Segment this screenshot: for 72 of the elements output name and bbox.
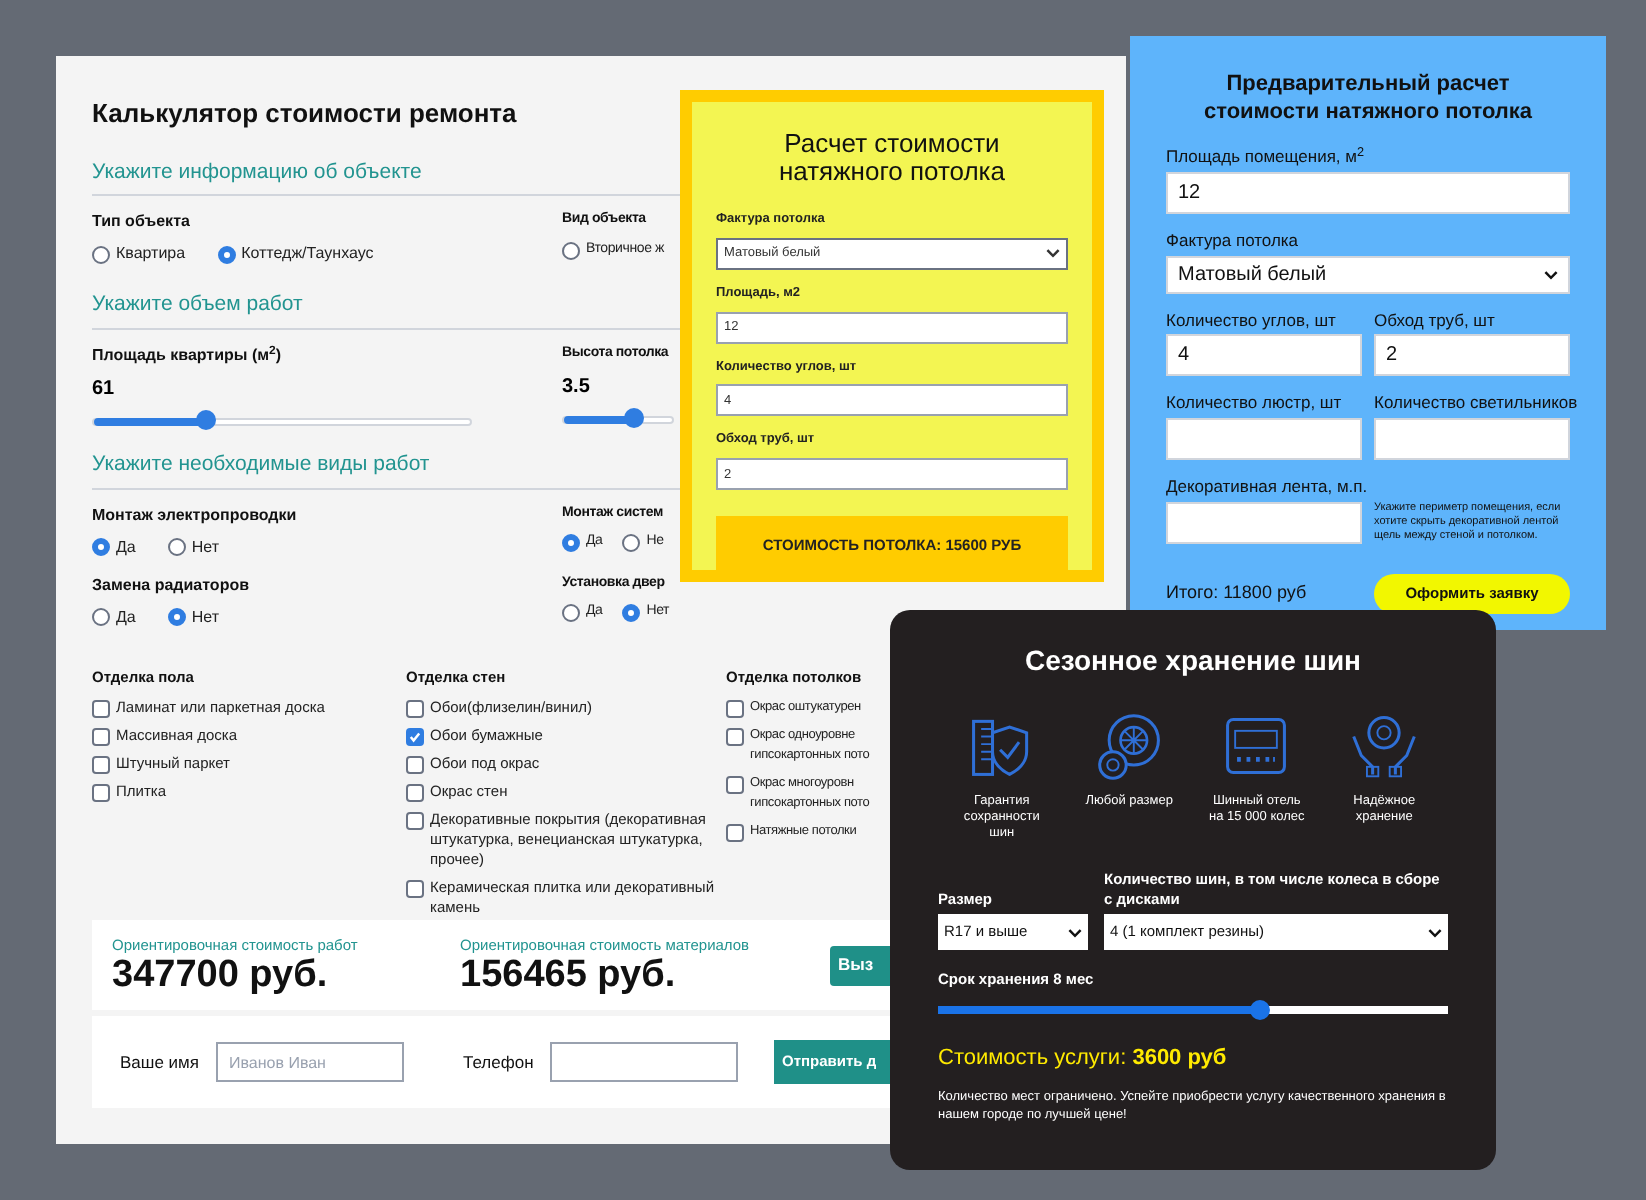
radio-button[interactable] (217, 245, 236, 264)
name-field[interactable]: Иванов Иван (215, 1042, 403, 1082)
caret-icon (1068, 927, 1082, 937)
option-label: Да (116, 535, 136, 560)
card-title: Калькулятор стоимости ремонта (92, 96, 519, 132)
option-label: Нет (191, 605, 219, 630)
field-label: Декоративная лента, м.п. (1166, 474, 1362, 500)
radio-button[interactable] (622, 534, 641, 552)
total-value: 347700 руб. (112, 956, 330, 997)
field-label: Тип объекта (92, 210, 190, 235)
checkbox[interactable] (726, 728, 744, 746)
checkbox[interactable] (92, 728, 110, 746)
radio-button[interactable] (92, 538, 110, 557)
total-value: 156465 руб. (460, 956, 678, 997)
option-label: Нет (191, 535, 219, 560)
input-field[interactable] (1166, 418, 1362, 460)
input-field[interactable] (1166, 501, 1362, 544)
radio-button[interactable] (562, 534, 580, 552)
select-field[interactable]: Матовый белый (1166, 255, 1570, 293)
checkbox[interactable] (726, 776, 744, 794)
tires-icon (1093, 710, 1166, 782)
caret-icon (1544, 269, 1558, 279)
checkbox[interactable] (92, 784, 110, 802)
checkbox[interactable] (726, 824, 744, 842)
radio-button[interactable] (562, 241, 580, 259)
radio-button[interactable] (167, 608, 186, 627)
slider-thumb[interactable] (1249, 1000, 1270, 1021)
field-label: Фактура потолка (1166, 227, 1301, 253)
field-label: Замена радиаторов (92, 573, 250, 598)
input-field[interactable]: 12 (1166, 171, 1570, 214)
radio-button[interactable] (562, 604, 580, 622)
service-cost: Стоимость услуги: 3600 руб (938, 1044, 1229, 1075)
card-title: Сезонное хранение шин (1022, 642, 1364, 680)
field-label: Ваше имя (120, 1049, 199, 1075)
slider-thumb[interactable] (196, 410, 217, 430)
checkbox[interactable] (406, 756, 424, 774)
checkbox[interactable] (92, 700, 110, 718)
checkbox[interactable] (406, 812, 424, 830)
radio-button[interactable] (92, 245, 110, 264)
slider-thumb[interactable] (624, 407, 645, 427)
caret-icon (1046, 248, 1060, 259)
checkbox[interactable] (406, 700, 424, 718)
field-label: Телефон (463, 1049, 534, 1075)
input-field[interactable] (1374, 418, 1570, 460)
option-label: Коттедж/Таунхаус (241, 242, 374, 267)
option-label: Да (116, 605, 136, 630)
field-label: Монтаж электропроводки (92, 503, 297, 528)
input-field[interactable]: 4 (1166, 334, 1362, 377)
checkbox[interactable] (406, 784, 424, 802)
total-text: Итого: 11800 руб (1166, 580, 1307, 606)
slider-value: 61 (92, 376, 115, 404)
checkbox[interactable] (406, 880, 424, 898)
field-label: Площадь помещения, м$^{2}$ (1166, 144, 1367, 170)
card-title: Предварительный расчет стоимости натяжного потолка (1201, 70, 1535, 126)
phone-field[interactable] (549, 1042, 738, 1082)
radio-button[interactable] (167, 538, 186, 557)
slider-value: 3.5 (562, 373, 590, 401)
input-field[interactable]: 2 (1374, 334, 1570, 377)
radio-button[interactable] (622, 604, 641, 622)
caret-icon (1428, 927, 1442, 937)
checkbox[interactable] (406, 728, 424, 746)
field-label: Обход труб, шт (1374, 307, 1497, 333)
totals-button[interactable]: Выз (830, 945, 890, 985)
field-label: Количество углов, шт (1166, 307, 1338, 333)
checkbox[interactable] (726, 700, 744, 718)
option-label: Квартира (116, 242, 186, 267)
checkbox[interactable] (92, 756, 110, 774)
field-label: Площадь квартиры (м$^{2}$) (92, 344, 282, 368)
radio-button[interactable] (92, 608, 110, 627)
slider-track[interactable] (938, 1006, 1448, 1015)
hands-wheel-icon (1348, 710, 1421, 782)
field-label: Количество люстр, шт (1166, 390, 1344, 416)
